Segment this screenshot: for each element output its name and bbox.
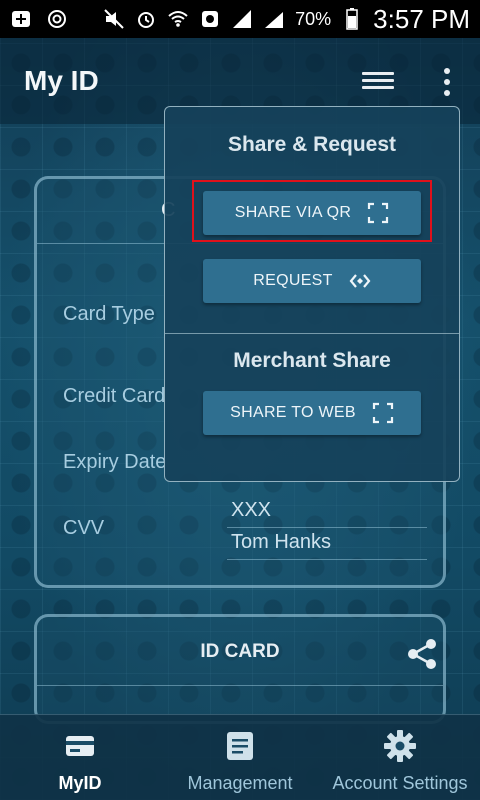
card-type-label: Card Type <box>63 303 155 325</box>
divider <box>165 333 459 334</box>
add-notification-icon <box>12 11 30 27</box>
share-icon[interactable] <box>405 637 439 671</box>
nav-item-account-settings[interactable]: Account Settings <box>326 715 474 800</box>
highlight-box <box>192 180 432 242</box>
credit-card-label: Credit Card <box>63 385 166 407</box>
expiry-date-label: Expiry Date <box>63 451 167 473</box>
qr-scan-icon <box>372 402 393 424</box>
signal-icon <box>233 10 252 28</box>
alarm-icon <box>138 12 155 28</box>
cvv-value: XXX <box>231 499 272 521</box>
share-to-web-label: SHARE TO WEB <box>230 404 356 421</box>
gear-icon <box>384 730 416 762</box>
divider <box>227 559 427 560</box>
circle-status-icon <box>48 10 66 28</box>
nav-item-myid[interactable]: MyID <box>30 715 130 800</box>
request-label: REQUEST <box>253 272 333 289</box>
page-title: My ID <box>24 65 99 96</box>
merchant-share-title: Merchant Share <box>233 349 391 372</box>
more-options-icon[interactable] <box>440 66 454 96</box>
nav-item-management[interactable]: Management <box>180 715 300 800</box>
nav-item-label: Management <box>187 773 293 793</box>
battery-icon <box>346 8 358 30</box>
nav-item-label: Account Settings <box>332 773 468 793</box>
wifi-icon <box>168 11 188 27</box>
id-card-title: ID CARD <box>200 641 280 662</box>
menu-icon[interactable] <box>362 68 394 92</box>
document-icon <box>227 732 253 760</box>
battery-percent: 70% <box>295 8 332 29</box>
exchange-icon <box>349 274 371 288</box>
id-card-panel[interactable]: ID CARD <box>34 614 446 724</box>
nav-item-label: MyID <box>58 773 102 793</box>
cvv-label: CVV <box>63 517 105 539</box>
divider <box>37 685 443 686</box>
status-bar: 70% 3:57 PM <box>0 0 480 38</box>
signal-secondary-icon <box>265 12 284 28</box>
card-icon <box>66 736 94 756</box>
mute-icon <box>104 9 124 29</box>
request-button[interactable]: REQUEST <box>203 259 421 303</box>
bottom-navigation: MyID Management Account Settings <box>0 714 480 800</box>
data-sync-icon <box>202 11 219 27</box>
card-holder-name: Tom Hanks <box>231 531 332 553</box>
share-request-title: Share & Request <box>227 133 397 156</box>
divider <box>227 527 427 528</box>
share-request-popup: Share & Request SHARE VIA QR REQUEST Mer… <box>164 106 460 482</box>
share-to-web-button[interactable]: SHARE TO WEB <box>203 391 421 435</box>
clock-time: 3:57 PM <box>373 3 470 34</box>
